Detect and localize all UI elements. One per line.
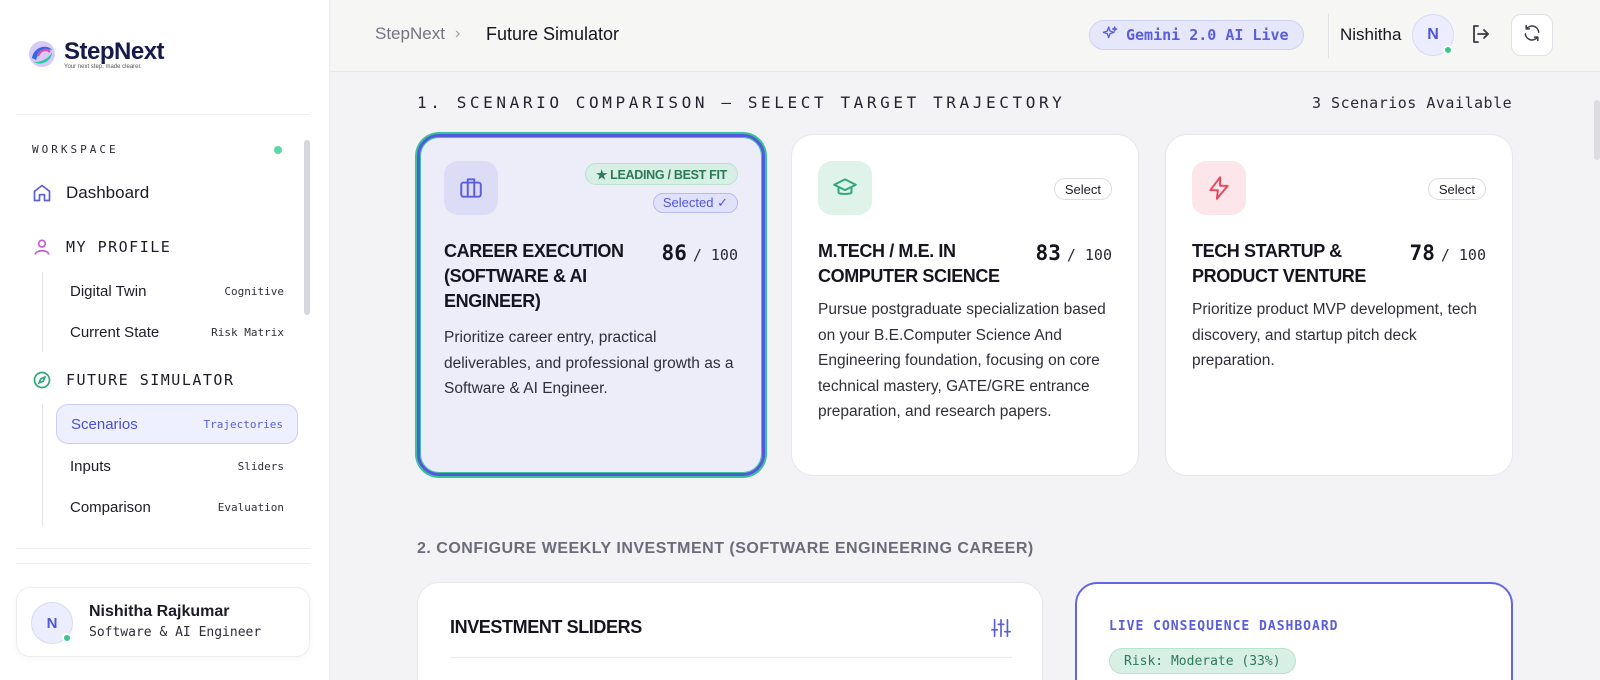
- refresh-icon: [1522, 23, 1542, 48]
- user-icon: [32, 237, 52, 257]
- scenario-score: 83 / 100: [1036, 241, 1112, 265]
- sidebar-section-future-simulator[interactable]: FUTURE SIMULATOR: [32, 370, 235, 390]
- sidebar-item-digital-twin[interactable]: Digital Twin Cognitive: [56, 271, 298, 311]
- workspace-status-dot: [274, 146, 282, 154]
- sidebar-section-future-simulator-label: FUTURE SIMULATOR: [66, 371, 235, 389]
- ai-status-badge: Gemini 2.0 AI Live: [1089, 20, 1304, 50]
- breadcrumb-root[interactable]: StepNext: [375, 24, 445, 44]
- nav-tag: Risk Matrix: [211, 325, 284, 339]
- sparkle-icon: [1102, 25, 1118, 45]
- sidebar-section-my-profile[interactable]: MY PROFILE: [32, 237, 171, 257]
- user-profile-card[interactable]: N Nishitha Rajkumar Software & AI Engine…: [16, 587, 310, 657]
- online-status-dot: [62, 633, 72, 643]
- scenario-score: 78 / 100: [1410, 241, 1486, 265]
- avatar: N: [31, 602, 73, 644]
- header-divider: [1328, 14, 1329, 58]
- sidebar-scrollbar[interactable]: [304, 140, 310, 315]
- sidebar-item-current-state[interactable]: Current State Risk Matrix: [56, 312, 298, 352]
- section-investment-title: 2. CONFIGURE WEEKLY INVESTMENT (SOFTWARE…: [417, 540, 1034, 557]
- scenario-description: Prioritize product MVP development, tech…: [1192, 301, 1477, 369]
- sidebar-divider: [16, 563, 310, 564]
- refresh-button[interactable]: [1511, 14, 1553, 56]
- brand-logo[interactable]: StepNext Your next step, made clearer.: [24, 36, 165, 72]
- best-fit-badge: ★ LEADING / BEST FIT: [585, 163, 738, 185]
- briefcase-icon: [444, 161, 498, 215]
- compass-icon: [32, 370, 52, 390]
- nav-label: Inputs: [70, 457, 111, 475]
- home-icon: [32, 183, 52, 203]
- top-header: StepNext › Future Simulator Gemini 2.0 A…: [331, 0, 1600, 72]
- risk-badge: Risk: Moderate (33%): [1109, 648, 1296, 674]
- scenario-title: CAREER EXECUTION (SOFTWARE & AI ENGINEER…: [444, 241, 624, 311]
- selected-badge: Selected ✓: [652, 193, 738, 213]
- ai-status-label: Gemini 2.0 AI Live: [1126, 26, 1289, 44]
- avatar-initial: N: [46, 614, 58, 632]
- header-avatar[interactable]: N: [1412, 14, 1454, 56]
- score-max: / 100: [692, 246, 738, 264]
- scenario-card-startup[interactable]: Select TECH STARTUP & PRODUCT VENTURE 78…: [1165, 134, 1513, 476]
- nav-label: Comparison: [70, 498, 151, 516]
- brand-tagline: Your next step, made clearer.: [64, 64, 142, 70]
- sidebar-section-my-profile-label: MY PROFILE: [66, 238, 172, 256]
- nav-tag: Cognitive: [224, 284, 284, 298]
- scenario-card-mtech[interactable]: Select M.TECH / M.E. IN COMPUTER SCIENCE…: [791, 134, 1139, 476]
- brand-name: StepNext: [64, 38, 165, 65]
- sidebar-item-inputs[interactable]: Inputs Sliders: [56, 446, 298, 486]
- main-scrollbar[interactable]: [1594, 100, 1600, 160]
- sidebar-divider: [16, 114, 310, 115]
- sidebar: StepNext Your next step, made clearer. W…: [0, 0, 330, 680]
- scenario-score: 86 / 100: [662, 241, 738, 265]
- scenario-title: M.TECH / M.E. IN COMPUTER SCIENCE: [818, 241, 1000, 286]
- online-status-dot: [1443, 45, 1453, 55]
- tree-line: [42, 404, 43, 526]
- lightning-icon: [1192, 161, 1246, 215]
- logout-icon[interactable]: [1469, 22, 1495, 48]
- sidebar-item-scenarios[interactable]: Scenarios Trajectories: [56, 404, 298, 444]
- chevron-right-icon: ›: [455, 25, 461, 42]
- nav-label: Current State: [70, 323, 160, 341]
- graduation-cap-icon: [818, 161, 872, 215]
- sliders-icon[interactable]: [990, 617, 1012, 639]
- user-name: Nishitha Rajkumar: [89, 603, 230, 620]
- score-max: / 100: [1066, 246, 1112, 264]
- scenario-card-career-execution[interactable]: ★ LEADING / BEST FIT Selected ✓ CAREER E…: [417, 134, 765, 476]
- nav-label: Scenarios: [71, 415, 138, 433]
- select-button[interactable]: Select: [1053, 178, 1112, 200]
- live-consequence-dashboard: LIVE CONSEQUENCE DASHBOARD Risk: Moderat…: [1075, 582, 1513, 680]
- panel-divider: [450, 657, 1012, 658]
- scenario-title: TECH STARTUP & PRODUCT VENTURE: [1192, 241, 1367, 286]
- sidebar-divider: [16, 548, 310, 549]
- header-user-name: Nishitha: [1340, 25, 1402, 44]
- section-scenario-title: 1. SCENARIO COMPARISON — SELECT TARGET T…: [417, 93, 1066, 112]
- scenario-count: 3 Scenarios Available: [1312, 94, 1513, 112]
- scenario-description: Prioritize career entry, practical deliv…: [444, 329, 734, 397]
- score-value: 86: [661, 241, 687, 265]
- sidebar-item-comparison[interactable]: Comparison Evaluation: [56, 487, 298, 527]
- score-value: 83: [1035, 241, 1061, 265]
- user-role: Software & AI Engineer: [89, 625, 262, 640]
- score-max: / 100: [1440, 246, 1486, 264]
- select-button[interactable]: Select: [1427, 178, 1486, 200]
- panel-title: INVESTMENT SLIDERS: [450, 617, 642, 637]
- avatar-initial: N: [1427, 26, 1439, 43]
- nav-tag: Evaluation: [217, 500, 284, 514]
- page-title: Future Simulator: [486, 24, 620, 44]
- dashboard-title: LIVE CONSEQUENCE DASHBOARD: [1109, 619, 1339, 634]
- workspace-label: WORKSPACE: [32, 143, 119, 156]
- sidebar-item-dashboard[interactable]: Dashboard: [32, 183, 149, 203]
- nav-label: Digital Twin: [70, 282, 147, 300]
- stepnext-logo-icon: [24, 36, 60, 72]
- tree-line: [42, 272, 43, 352]
- investment-sliders-panel: INVESTMENT SLIDERS: [417, 582, 1043, 680]
- score-value: 78: [1409, 241, 1435, 265]
- nav-tag: Sliders: [237, 459, 284, 473]
- scenario-description: Pursue postgraduate specialization based…: [818, 301, 1106, 420]
- sidebar-item-dashboard-label: Dashboard: [66, 183, 150, 202]
- nav-tag: Trajectories: [203, 417, 283, 431]
